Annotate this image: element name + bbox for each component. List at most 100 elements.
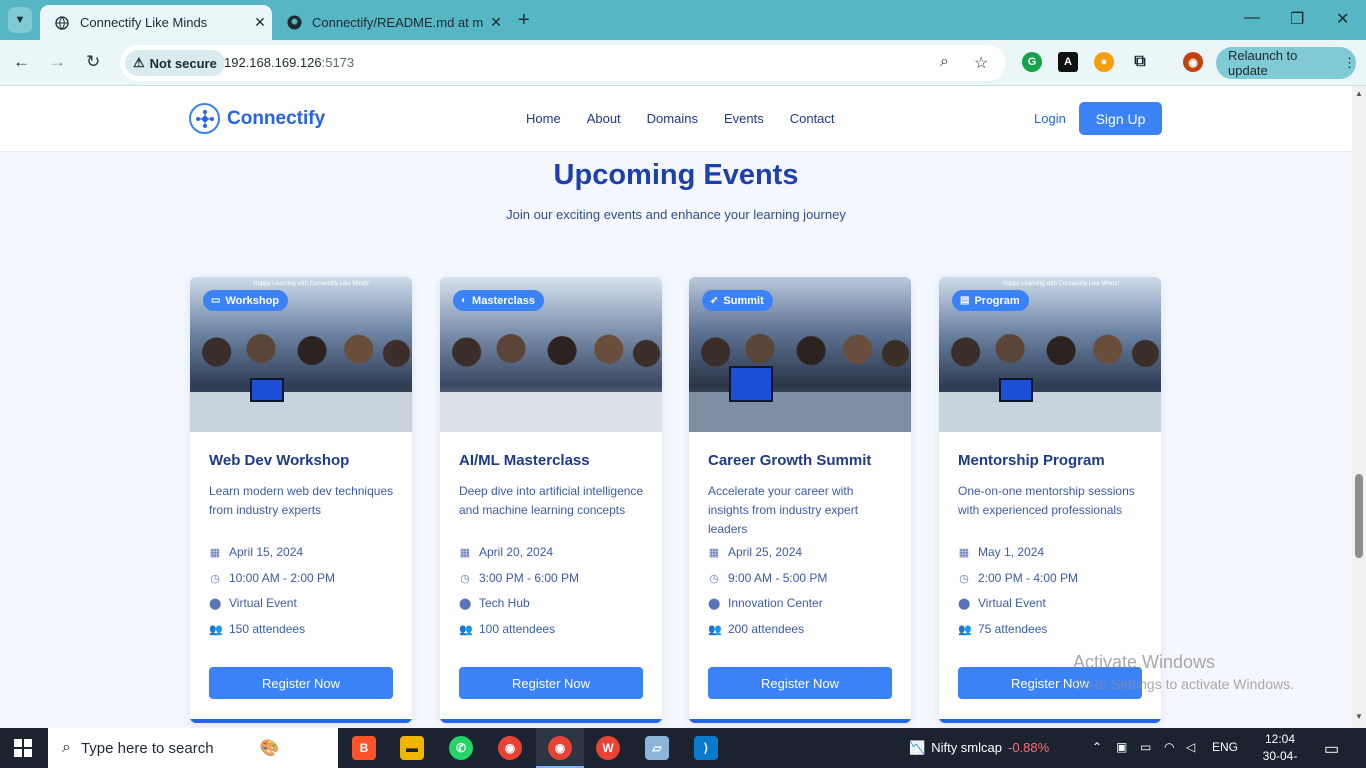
security-label: Not secure: [149, 55, 217, 71]
nav-home[interactable]: Home: [526, 111, 561, 126]
calendar-icon: ▦: [958, 546, 970, 559]
more-menu-icon[interactable]: ⋮: [1343, 55, 1356, 71]
register-button[interactable]: Register Now: [459, 667, 643, 699]
extension-icon[interactable]: ●: [1094, 52, 1114, 72]
ticker-change: -0.88%: [1007, 740, 1050, 755]
web-page: Connectify Home About Domains Events Con…: [0, 86, 1352, 728]
search-icon: ⌕: [62, 739, 71, 756]
profile-avatar[interactable]: ◉: [1183, 52, 1203, 72]
event-attendees: 👥 100 attendees: [459, 622, 556, 636]
url-port: :5173: [321, 55, 355, 70]
wifi-icon[interactable]: ◠: [1164, 740, 1174, 754]
event-time: ◷ 3:00 PM - 6:00 PM: [460, 571, 580, 585]
windows-start-icon[interactable]: [14, 739, 32, 757]
connect-logo-icon: [189, 103, 220, 134]
whatsapp-icon[interactable]: ✆: [449, 736, 473, 760]
event-date: ▦ April 25, 2024: [708, 545, 803, 559]
url-text[interactable]: 192.168.169.126:5173: [224, 55, 354, 70]
browser-tab-bar: ▼ Connectify Like Minds ✕ Connectify/REA…: [0, 0, 1366, 40]
scrollbar-thumb[interactable]: [1355, 474, 1363, 558]
wps-office-icon[interactable]: W: [596, 736, 620, 760]
event-title: AI/ML Masterclass: [459, 452, 590, 469]
event-description: One-on-one mentorship sessions with expe…: [958, 484, 1135, 517]
event-attendees: 👥 75 attendees: [958, 622, 1048, 636]
signup-button[interactable]: Sign Up: [1079, 102, 1162, 135]
event-time: ◷ 9:00 AM - 5:00 PM: [709, 571, 828, 585]
register-button[interactable]: Register Now: [708, 667, 892, 699]
page-scrollbar[interactable]: ▲ ▼: [1352, 86, 1366, 728]
github-icon: [286, 15, 302, 31]
site-logo[interactable]: Connectify: [189, 103, 325, 134]
chrome-icon[interactable]: ◉: [498, 736, 522, 760]
nav-events[interactable]: Events: [724, 111, 764, 126]
adobe-extension-icon[interactable]: A: [1058, 52, 1078, 72]
main-nav: Home About Domains Events Contact: [526, 111, 861, 126]
event-title: Mentorship Program: [958, 452, 1105, 469]
file-explorer-icon[interactable]: ▬: [400, 736, 424, 760]
forward-icon[interactable]: →: [49, 52, 66, 72]
event-title: Career Growth Summit: [708, 452, 872, 469]
grammarly-extension-icon[interactable]: G: [1022, 52, 1042, 72]
language-indicator[interactable]: ENG: [1212, 740, 1238, 754]
location-pin-icon: ⬤: [209, 597, 222, 610]
close-tab-icon[interactable]: ✕: [484, 14, 508, 31]
tab-connectify[interactable]: Connectify Like Minds ✕: [40, 5, 272, 40]
login-link[interactable]: Login: [1034, 111, 1066, 126]
new-tab-icon[interactable]: +: [518, 9, 530, 32]
bookmark-star-icon[interactable]: ☆: [974, 53, 988, 73]
logo-text: Connectify: [227, 107, 326, 129]
clock-icon: ◷: [210, 572, 220, 585]
scroll-down-icon[interactable]: ▼: [1355, 712, 1363, 721]
close-tab-icon[interactable]: ✕: [248, 14, 272, 31]
minimize-icon[interactable]: —: [1244, 9, 1260, 27]
volume-icon[interactable]: ◁: [1186, 740, 1195, 754]
calendar-icon: ▦: [459, 546, 471, 559]
back-icon[interactable]: ←: [13, 52, 30, 72]
site-header: Connectify Home About Domains Events Con…: [0, 86, 1352, 152]
laptop-icon: ▭: [211, 295, 221, 306]
notification-icon[interactable]: ▭: [1324, 739, 1339, 759]
brave-browser-icon[interactable]: B: [352, 736, 376, 760]
security-chip[interactable]: ⚠ Not secure: [125, 50, 225, 76]
activate-windows-title: Activate Windows: [1073, 652, 1216, 672]
puzzle-extensions-icon[interactable]: ⧉: [1130, 52, 1150, 72]
battery-icon[interactable]: ▭: [1140, 740, 1151, 754]
location-pin-icon: ⬤: [708, 597, 721, 610]
zoom-icon[interactable]: ⌕: [940, 53, 949, 71]
event-location: ⬤ Virtual Event: [209, 596, 297, 610]
register-button[interactable]: Register Now: [209, 667, 393, 699]
event-card: Happy Learning with Connectify Like Mind…: [190, 277, 412, 723]
address-bar[interactable]: ⚠ Not secure 192.168.169.126:5173 ⌕ ☆: [120, 45, 1006, 81]
chevron-up-icon[interactable]: ⌃: [1092, 740, 1102, 754]
event-type-badge: ◐ Masterclass: [453, 290, 545, 311]
notes-app-icon[interactable]: ▱: [645, 736, 669, 760]
scroll-up-icon[interactable]: ▲: [1355, 89, 1363, 98]
chrome-active-icon[interactable]: ◉: [548, 736, 572, 760]
calendar-icon: ▦: [708, 546, 720, 559]
activate-windows-hint: Go to Settings to activate Windows.: [1073, 676, 1294, 692]
event-description: Learn modern web dev techniques from ind…: [209, 484, 394, 517]
users-icon: 👥: [209, 623, 223, 636]
close-window-icon[interactable]: ✕: [1336, 9, 1349, 29]
nav-domains[interactable]: Domains: [647, 111, 698, 126]
chart-down-icon: 📉: [909, 740, 926, 755]
system-clock[interactable]: 12:04 30-04-2025: [1252, 731, 1308, 768]
reload-icon[interactable]: ↻: [86, 52, 100, 72]
globe-icon: [54, 15, 70, 31]
tab-search-button[interactable]: ▼: [8, 7, 32, 33]
section-title: Upcoming Events: [553, 159, 799, 191]
taskbar-search[interactable]: ⌕ Type here to search 🎨: [48, 728, 338, 768]
restore-icon[interactable]: ❐: [1290, 9, 1304, 29]
meet-icon[interactable]: ▣: [1116, 740, 1127, 754]
event-type-badge: ➶ Summit: [702, 290, 773, 311]
stock-ticker-widget[interactable]: 📉 Nifty smlcap -0.88%: [909, 740, 1049, 756]
search-placeholder: Type here to search: [80, 739, 214, 757]
nav-contact[interactable]: Contact: [790, 111, 835, 126]
event-description: Accelerate your career with insights fro…: [708, 484, 859, 536]
tab-github-readme[interactable]: Connectify/README.md at mai ✕: [276, 5, 508, 40]
users-icon: 👥: [459, 623, 473, 636]
vscode-icon[interactable]: ⟩: [694, 736, 718, 760]
section-subtitle: Join our exciting events and enhance you…: [506, 207, 846, 222]
relaunch-button[interactable]: Relaunch to update ⋮: [1216, 47, 1356, 79]
nav-about[interactable]: About: [587, 111, 621, 126]
